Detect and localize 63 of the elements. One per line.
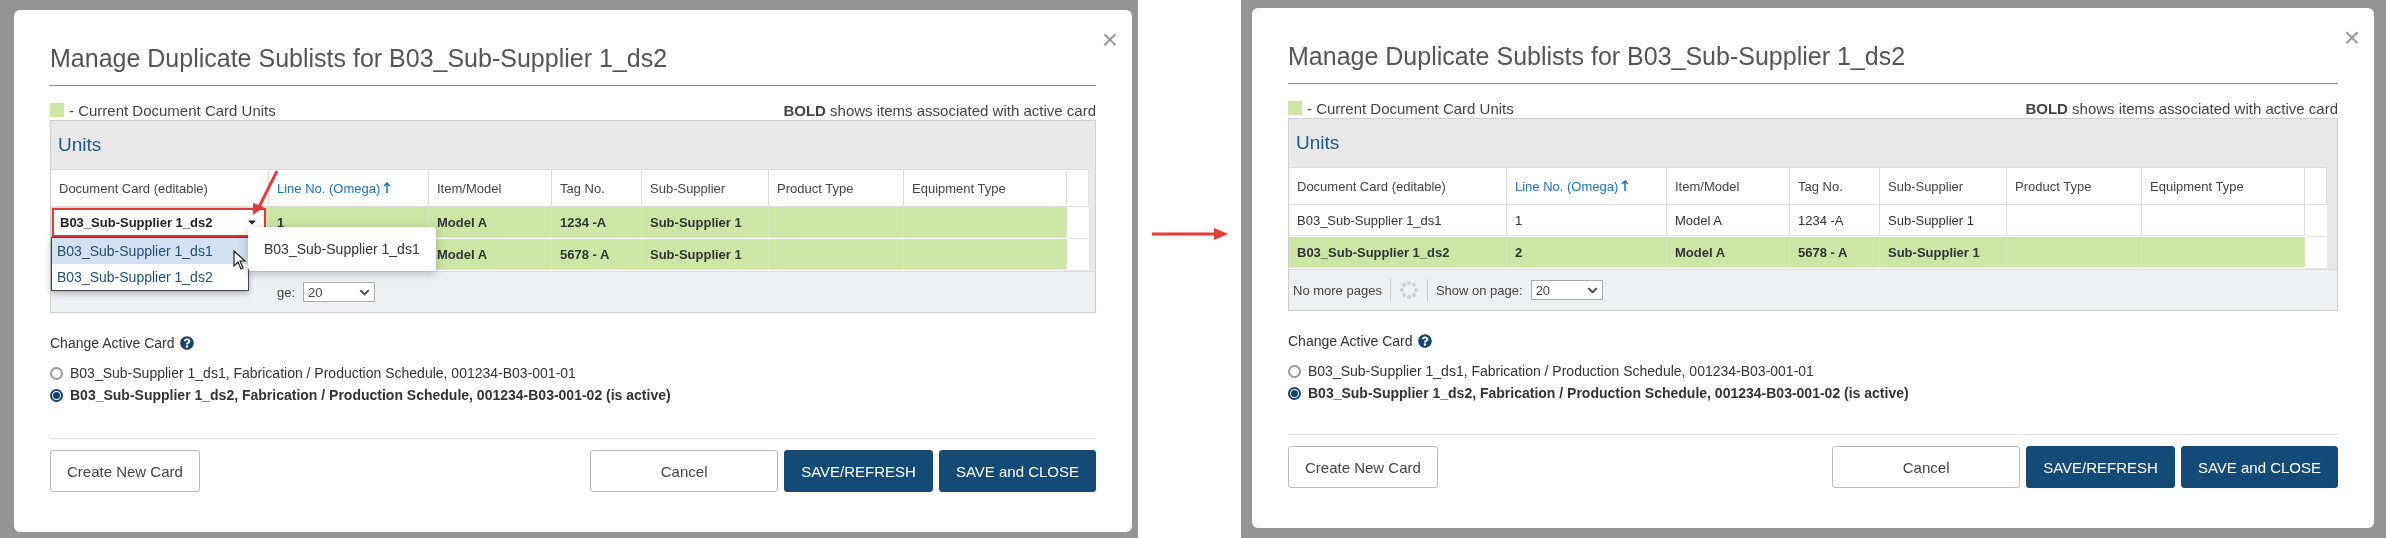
radio-icon[interactable] [1288, 386, 1301, 400]
table-cell: B03_Sub-Supplier 1_ds1 [1289, 205, 1507, 236]
document-card-select[interactable]: B03_Sub-Supplier 1_ds2 [52, 207, 266, 237]
legend-text: - Current Document Card Units [69, 101, 276, 119]
table-cell: 1 [1507, 205, 1667, 236]
cancel-button[interactable]: Cancel [590, 450, 779, 492]
column-header[interactable]: Equipment Type [2142, 167, 2305, 205]
legend-swatch [50, 103, 64, 117]
save-close-button[interactable]: SAVE and CLOSE [938, 450, 1096, 492]
page-size-select[interactable]: 20 [1530, 280, 1603, 300]
table-cell: 1234 -A [1790, 205, 1880, 236]
legend-swatch [1288, 101, 1302, 115]
cancel-button[interactable]: Cancel [1832, 446, 2021, 488]
help-icon[interactable] [179, 336, 194, 350]
table-cell: 2 [1507, 237, 1667, 268]
dialog-title: Manage Duplicate Sublists for B03_Sub-Supplier 1_ds2 [50, 44, 668, 73]
column-header[interactable]: Equipment Type [904, 169, 1067, 207]
dialog-title: Manage Duplicate Sublists for B03_Sub-Supplier 1_ds2 [1288, 42, 1906, 71]
radio-option[interactable]: B03_Sub-Supplier 1_ds1, Fabrication / Production Schedule, 001234-B03-001-01 [1288, 363, 2338, 379]
sort-arrow-icon [1621, 180, 1630, 192]
table-cell: 1234 -A [552, 207, 642, 238]
spinner-icon [1398, 280, 1419, 300]
cursor-icon [233, 250, 247, 270]
table-cell: Sub-Supplier 1 [642, 239, 769, 270]
bold-note: BOLD shows items associated with active card [2025, 99, 2338, 117]
column-header[interactable]: Document Card (editable) [1289, 167, 1507, 205]
column-header[interactable]: Line No. (Omega) [1507, 167, 1667, 205]
bold-note: BOLD shows items associated with active card [783, 101, 1096, 119]
panel-title: Units [58, 134, 102, 156]
help-icon[interactable] [1417, 334, 1432, 348]
dropdown-option[interactable]: B03_Sub-Supplier 1_ds2 [52, 264, 248, 290]
radio-icon[interactable] [50, 388, 63, 402]
radio-icon[interactable] [50, 366, 63, 380]
panel-title: Units [1296, 132, 1340, 154]
save-close-button[interactable]: SAVE and CLOSE [2180, 446, 2338, 488]
section-label: Change Active Card [1288, 333, 1413, 349]
dropdown-option[interactable]: B03_Sub-Supplier 1_ds1 [52, 238, 248, 264]
table-cell: Model A [429, 207, 552, 238]
tooltip: B03_Sub-Supplier 1_ds1 [248, 227, 436, 271]
table-cell: 5678 - A [1790, 237, 1880, 268]
section-label: Change Active Card [50, 335, 175, 351]
save-refresh-button[interactable]: SAVE/REFRESH [784, 450, 933, 492]
create-button[interactable]: Create New Card [50, 450, 200, 492]
table-cell: Model A [1667, 205, 1790, 236]
radio-option[interactable]: B03_Sub-Supplier 1_ds2, Fabrication / Production Schedule, 001234-B03-001-02 (is active) [50, 387, 1096, 403]
table-cell: Sub-Supplier 1 [642, 207, 769, 238]
radio-icon[interactable] [1288, 364, 1301, 378]
column-header[interactable]: Line No. (Omega) [269, 169, 429, 207]
sort-arrow-icon [383, 182, 392, 194]
table-cell: Sub-Supplier 1 [1880, 205, 2007, 236]
pager-status: No more pages [1293, 282, 1382, 298]
save-refresh-button[interactable]: SAVE/REFRESH [2026, 446, 2175, 488]
table-cell: B03_Sub-Supplier 1_ds2 [1289, 237, 1507, 268]
create-button[interactable]: Create New Card [1288, 446, 1438, 488]
page-size-label: Show on page: [1435, 282, 1523, 298]
page-size-label: ge: [277, 284, 296, 300]
legend-text: - Current Document Card Units [1307, 99, 1514, 117]
table-cell: Sub-Supplier 1 [1880, 237, 2007, 268]
radio-option[interactable]: B03_Sub-Supplier 1_ds1, Fabrication / Production Schedule, 001234-B03-001-01 [50, 365, 1096, 381]
table-cell: Model A [1667, 237, 1790, 268]
table-cell: 5678 - A [552, 239, 642, 270]
page-size-select[interactable]: 20 [303, 282, 376, 302]
radio-option[interactable]: B03_Sub-Supplier 1_ds2, Fabrication / Production Schedule, 001234-B03-001-02 (is active) [1288, 385, 2338, 401]
